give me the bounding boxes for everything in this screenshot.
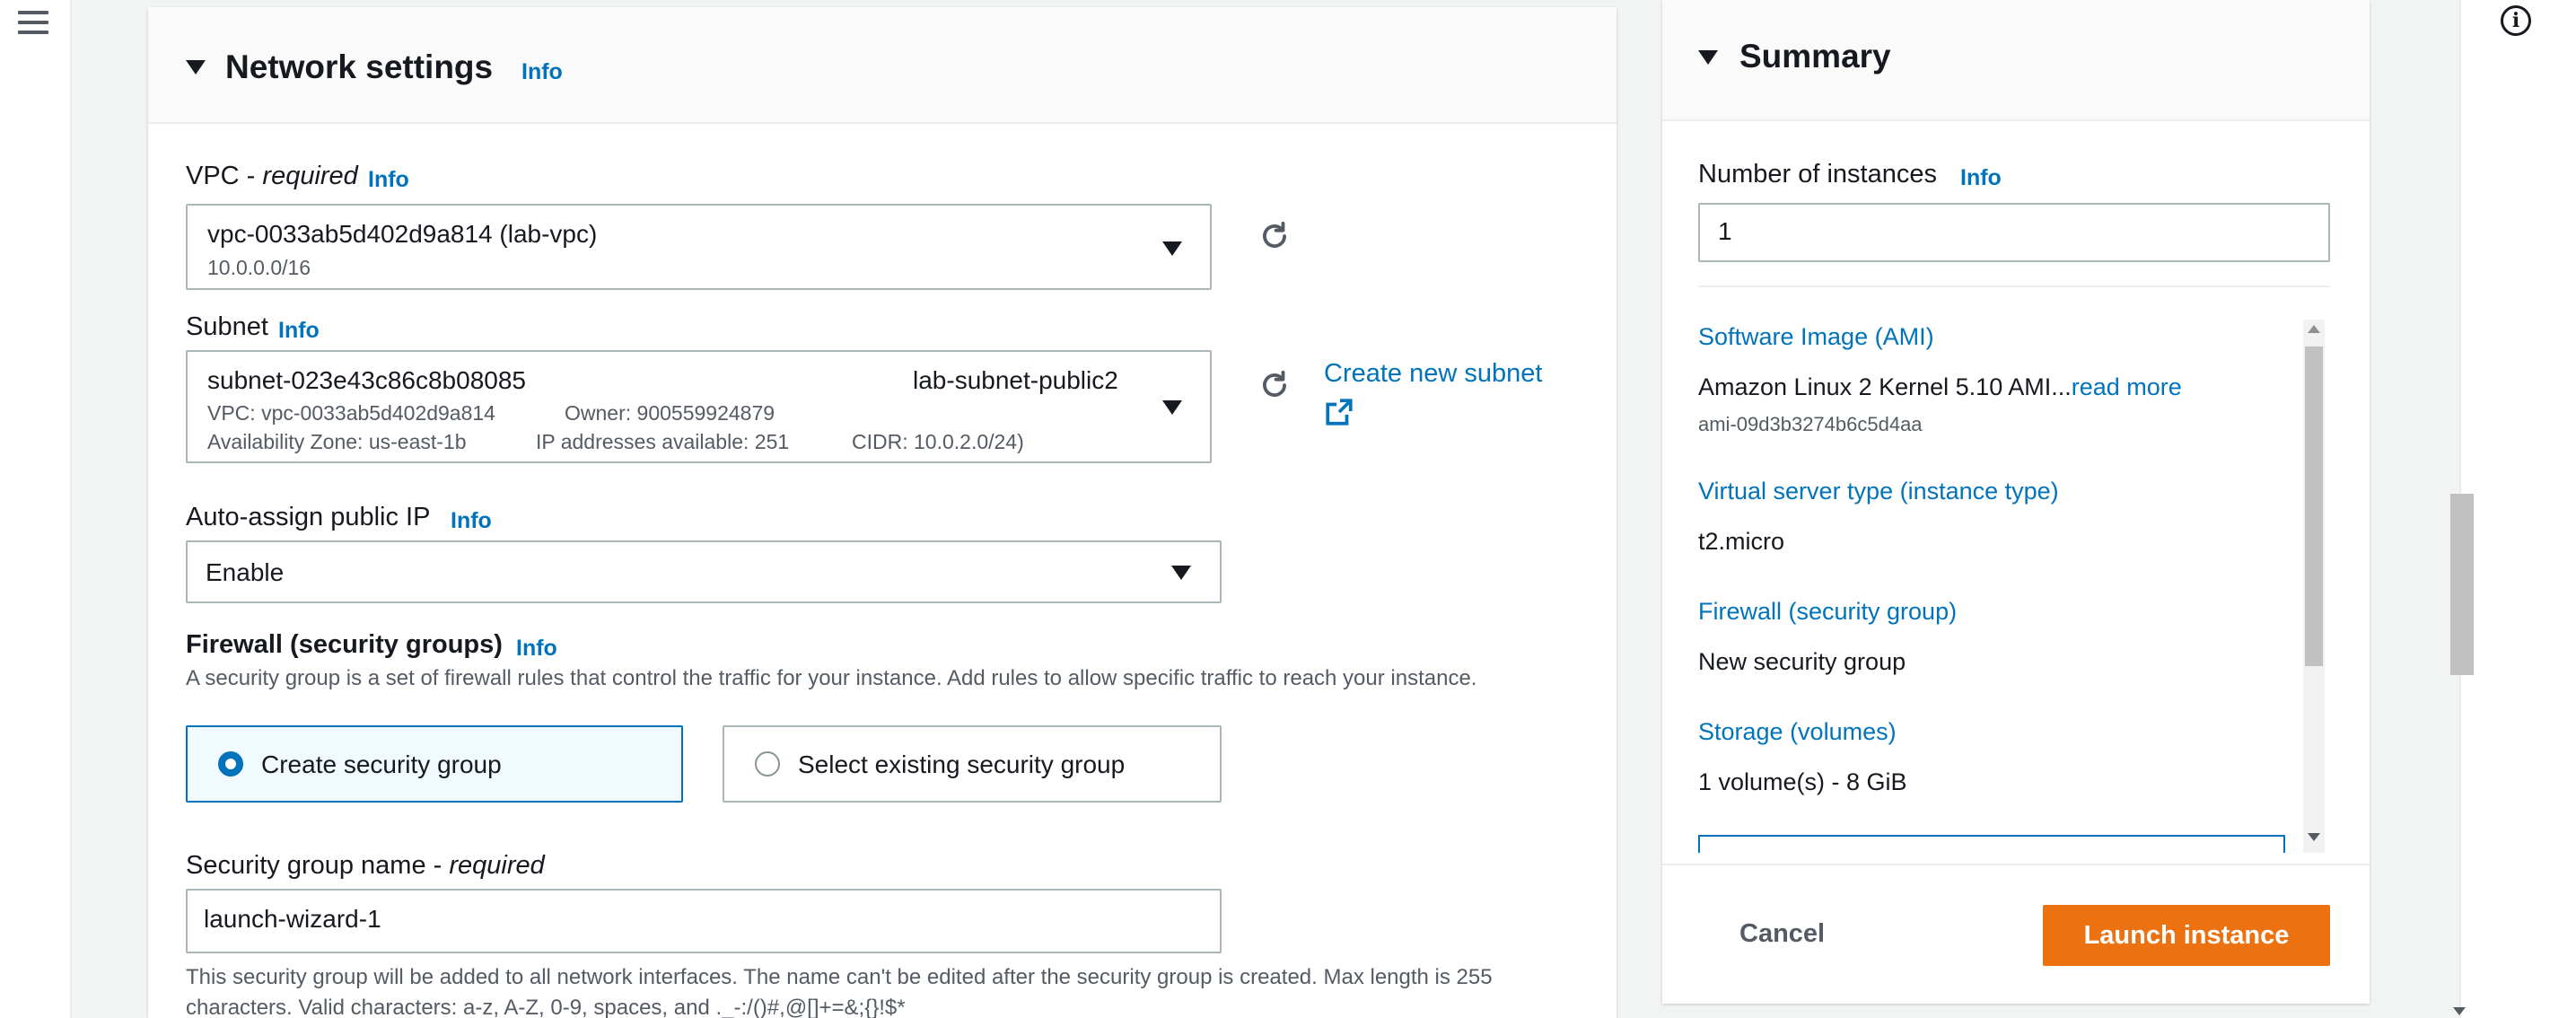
subnet-availability-zone: Availability Zone: us-east-1b: [207, 430, 467, 453]
auto-assign-ip-select[interactable]: Enable: [186, 540, 1222, 603]
hamburger-menu-icon[interactable]: [18, 11, 48, 38]
collapse-caret-icon[interactable]: [186, 60, 206, 75]
create-security-group-option[interactable]: Create security group: [186, 725, 683, 803]
create-new-subnet-link[interactable]: Create new subnet: [1324, 359, 1542, 389]
number-of-instances-input[interactable]: 1: [1698, 203, 2330, 262]
select-existing-security-group-label: Select existing security group: [798, 750, 1126, 778]
summary-scrollbar[interactable]: [2303, 320, 2325, 853]
scroll-up-arrow-icon[interactable]: [2308, 325, 2320, 333]
subnet-cidr: CIDR: 10.0.2.0/24): [852, 430, 1024, 453]
page-scroll-down-arrow-icon[interactable]: [2453, 1007, 2466, 1015]
vpc-select[interactable]: vpc-0033ab5d402d9a814 (lab-vpc) 10.0.0.0…: [186, 204, 1212, 290]
number-of-instances-value: 1: [1718, 217, 1732, 245]
vpc-cidr: 10.0.0.0/16: [207, 256, 311, 279]
firewall-info-link[interactable]: Info: [516, 636, 557, 662]
summary-details-list[interactable]: Software Image (AMI) Amazon Linux 2 Kern…: [1698, 323, 2326, 853]
number-of-instances-info-link[interactable]: Info: [1960, 165, 2002, 191]
instance-type-link[interactable]: Virtual server type (instance type): [1698, 478, 2059, 505]
security-group-name-required-label: required: [449, 851, 545, 880]
ami-id: ami-09d3b3274b6c5d4aa: [1698, 413, 1923, 435]
cancel-button[interactable]: Cancel: [1739, 919, 1825, 949]
security-group-name-input[interactable]: launch-wizard-1: [186, 889, 1222, 953]
collapse-caret-icon[interactable]: [1698, 50, 1718, 65]
subnet-info-link[interactable]: Info: [278, 318, 320, 344]
summary-title: Summary: [1739, 38, 1891, 75]
vpc-label: VPC - required: [186, 162, 358, 191]
subnet-owner: Owner: 900559924879: [565, 401, 775, 425]
page-scrollbar-thumb[interactable]: [2450, 494, 2474, 675]
summary-scrollbar-thumb[interactable]: [2305, 347, 2323, 666]
vpc-info-link[interactable]: Info: [368, 167, 409, 193]
chevron-down-icon: [1162, 400, 1182, 415]
auto-assign-ip-info-link[interactable]: Info: [451, 508, 492, 534]
scroll-down-arrow-icon[interactable]: [2308, 833, 2320, 841]
security-group-name-label: Security group name - required: [186, 851, 545, 881]
network-settings-panel: Network settings Info VPC - required Inf…: [148, 7, 1617, 1018]
ami-read-more-link[interactable]: read more: [2072, 373, 2182, 400]
create-security-group-label: Create security group: [261, 750, 502, 778]
instance-type-value: t2.micro: [1698, 528, 1785, 555]
summary-next-item-outline: [1698, 835, 2285, 853]
info-circle-icon[interactable]: i: [2501, 5, 2531, 36]
network-settings-title: Network settings: [225, 48, 494, 85]
auto-assign-ip-value: Enable: [206, 558, 285, 586]
left-navigation-rail: [0, 0, 72, 1018]
security-group-link[interactable]: Firewall (security group): [1698, 598, 1957, 626]
security-group-value: New security group: [1698, 648, 1906, 675]
chevron-down-icon: [1162, 241, 1182, 256]
ami-value-text: Amazon Linux 2 Kernel 5.10 AMI...: [1698, 373, 2072, 400]
external-link-icon[interactable]: [1324, 397, 1354, 427]
summary-divider: [1698, 285, 2330, 287]
summary-panel: Summary Number of instances Info 1 Softw…: [1662, 0, 2370, 1004]
subnet-select[interactable]: subnet-023e43c86c8b08085 lab-subnet-publ…: [186, 350, 1212, 463]
security-group-name-label-prefix: Security group name -: [186, 851, 450, 880]
summary-footer-divider: [1662, 864, 2370, 865]
summary-header[interactable]: Summary: [1662, 0, 2370, 121]
refresh-icon[interactable]: [1257, 368, 1292, 402]
network-settings-header[interactable]: Network settings Info: [148, 7, 1617, 124]
firewall-label: Firewall (security groups): [186, 630, 503, 659]
refresh-icon[interactable]: [1257, 219, 1292, 253]
subnet-ip-addresses: IP addresses available: 251: [536, 430, 790, 453]
vpc-label-prefix: VPC -: [186, 162, 263, 190]
right-utility-strip: [2459, 0, 2576, 1018]
radio-selected[interactable]: [218, 751, 243, 777]
storage-value: 1 volume(s) - 8 GiB: [1698, 768, 1907, 795]
number-of-instances-label: Number of instances: [1698, 160, 1937, 189]
radio-unselected[interactable]: [755, 751, 780, 777]
ami-value: Amazon Linux 2 Kernel 5.10 AMI...read mo…: [1698, 373, 2182, 401]
auto-assign-ip-label: Auto-assign public IP: [186, 503, 431, 531]
storage-link[interactable]: Storage (volumes): [1698, 718, 1897, 746]
subnet-select-value: subnet-023e43c86c8b08085: [207, 366, 526, 394]
firewall-description: A security group is a set of firewall ru…: [186, 666, 1477, 690]
chevron-down-icon: [1171, 566, 1191, 580]
security-group-name-help: This security group will be added to all…: [186, 965, 1493, 1018]
subnet-vpc: VPC: vpc-0033ab5d402d9a814: [207, 401, 495, 425]
subnet-name: lab-subnet-public2: [913, 366, 1118, 394]
launch-instance-button[interactable]: Launch instance: [2043, 905, 2330, 966]
ami-link[interactable]: Software Image (AMI): [1698, 323, 1934, 351]
select-existing-security-group-option[interactable]: Select existing security group: [723, 725, 1222, 803]
network-settings-info-link[interactable]: Info: [521, 59, 563, 85]
subnet-label: Subnet: [186, 312, 268, 341]
vpc-required-label: required: [262, 162, 358, 190]
security-group-name-value: launch-wizard-1: [204, 905, 381, 933]
vpc-select-value: vpc-0033ab5d402d9a814 (lab-vpc): [207, 220, 598, 248]
